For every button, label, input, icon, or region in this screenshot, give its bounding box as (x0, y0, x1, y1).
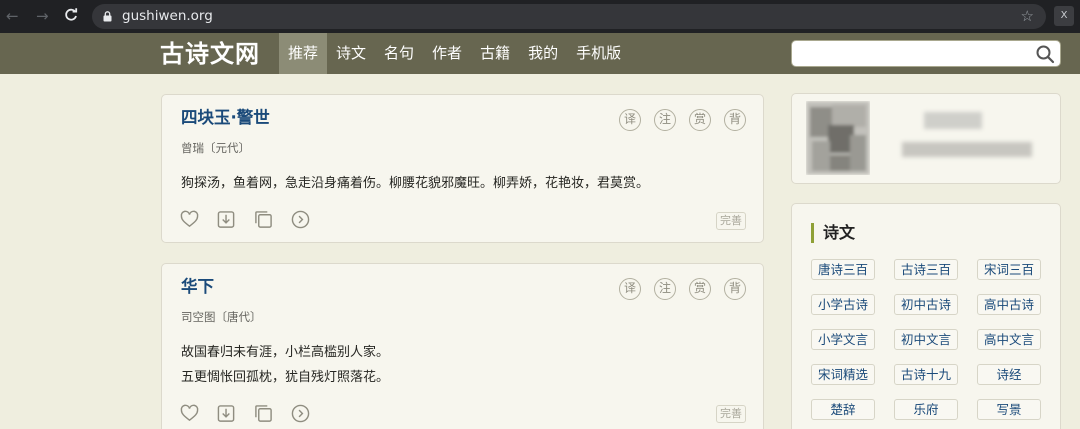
poem-author[interactable]: 曾瑞〔元代〕 (181, 140, 250, 156)
poem-actions: 译 注 赏 背 (619, 278, 746, 300)
poem-actions: 译 注 赏 背 (619, 109, 746, 131)
poem-tools (180, 210, 310, 229)
avatar[interactable] (806, 101, 870, 175)
main-nav: 推荐 诗文 名句 作者 古籍 我的 手机版 (279, 33, 630, 74)
download-icon[interactable] (217, 404, 236, 423)
poem-author[interactable]: 司空图〔唐代〕 (181, 309, 262, 325)
category-link[interactable]: 写景 (977, 399, 1041, 420)
play-icon[interactable] (291, 210, 310, 229)
category-link[interactable]: 初中文言 (894, 329, 958, 350)
category-link[interactable]: 初中古诗 (894, 294, 958, 315)
address-bar[interactable]: gushiwen.org ☆ (92, 4, 1046, 29)
reload-icon[interactable] (64, 8, 78, 25)
heart-icon[interactable] (180, 210, 199, 229)
category-link[interactable]: 宋词三百 (977, 259, 1041, 280)
heart-icon[interactable] (180, 404, 199, 423)
annotate-button[interactable]: 注 (654, 109, 676, 131)
improve-button[interactable]: 完善 (716, 212, 746, 230)
forward-icon[interactable]: → (36, 8, 49, 24)
poem-title[interactable]: 四块玉·警世 (181, 107, 270, 129)
back-icon[interactable]: ← (6, 8, 19, 24)
category-link[interactable]: 唐诗三百 (811, 259, 875, 280)
annotate-button[interactable]: 注 (654, 278, 676, 300)
recite-button[interactable]: 背 (724, 278, 746, 300)
category-title: 诗文 (811, 223, 855, 243)
category-link[interactable]: 高中古诗 (977, 294, 1041, 315)
category-grid: 唐诗三百 古诗三百 宋词三百 小学古诗 初中古诗 高中古诗 小学文言 初中文言 … (811, 259, 1041, 420)
category-link[interactable]: 古诗十九 (894, 364, 958, 385)
poem-body: 狗探汤，鱼着网，急走沿身痛着伤。柳腰花貌邪魔旺。柳弄娇，花艳妆，君莫赏。 (181, 171, 649, 196)
category-box: 诗文 唐诗三百 古诗三百 宋词三百 小学古诗 初中古诗 高中古诗 小学文言 初中… (791, 203, 1061, 429)
poem-line: 五更惆怅回孤枕，犹自残灯照落花。 (181, 370, 390, 385)
poem-line: 故国春归未有涯，小栏高槛别人家。 (181, 345, 390, 360)
poem-body: 故国春归未有涯，小栏高槛别人家。 五更惆怅回孤枕，犹自残灯照落花。 (181, 340, 389, 390)
poem-card: 四块玉·警世 译 注 赏 背 曾瑞〔元代〕 狗探汤，鱼着网，急走沿身痛着伤。柳腰… (161, 94, 764, 243)
poem-card: 华下 译 注 赏 背 司空图〔唐代〕 故国春归未有涯，小栏高槛别人家。 五更惆怅… (161, 263, 764, 429)
nav-mobile[interactable]: 手机版 (567, 33, 630, 74)
appreciate-button[interactable]: 赏 (689, 278, 711, 300)
extension-icon[interactable]: X (1054, 6, 1074, 26)
category-link[interactable]: 诗经 (977, 364, 1041, 385)
nav-authors[interactable]: 作者 (423, 33, 471, 74)
nav-poems[interactable]: 诗文 (327, 33, 375, 74)
search-input[interactable] (791, 40, 1061, 67)
nav-recommend[interactable]: 推荐 (279, 33, 328, 74)
url-text[interactable]: gushiwen.org (122, 8, 213, 25)
user-box (791, 93, 1061, 184)
translate-button[interactable]: 译 (619, 278, 641, 300)
recite-button[interactable]: 背 (724, 109, 746, 131)
category-link[interactable]: 小学文言 (811, 329, 875, 350)
poem-title[interactable]: 华下 (181, 276, 214, 298)
bookmark-star-icon[interactable]: ☆ (1021, 7, 1034, 25)
nav-quotes[interactable]: 名句 (375, 33, 423, 74)
nav-classics[interactable]: 古籍 (471, 33, 519, 74)
browser-toolbar: ← → gushiwen.org ☆ X (0, 0, 1080, 33)
category-link[interactable]: 小学古诗 (811, 294, 875, 315)
site-logo[interactable]: 古诗文网 (160, 39, 260, 69)
site-header: 古诗文网 推荐 诗文 名句 作者 古籍 我的 手机版 (0, 33, 1080, 74)
user-info-redacted (902, 142, 1032, 157)
appreciate-button[interactable]: 赏 (689, 109, 711, 131)
copy-icon[interactable] (254, 404, 273, 423)
lock-icon (103, 11, 112, 22)
category-link[interactable]: 宋词精选 (811, 364, 875, 385)
category-link[interactable]: 古诗三百 (894, 259, 958, 280)
poem-line: 狗探汤，鱼着网，急走沿身痛着伤。柳腰花貌邪魔旺。柳弄娇，花艳妆，君莫赏。 (181, 176, 650, 191)
nav-mine[interactable]: 我的 (519, 33, 567, 74)
category-link[interactable]: 乐府 (894, 399, 958, 420)
play-icon[interactable] (291, 404, 310, 423)
category-link[interactable]: 楚辞 (811, 399, 875, 420)
search-icon[interactable] (1035, 44, 1055, 64)
improve-button[interactable]: 完善 (716, 405, 746, 423)
category-link[interactable]: 高中文言 (977, 329, 1041, 350)
poem-tools (180, 404, 310, 423)
username-redacted (924, 112, 982, 129)
download-icon[interactable] (217, 210, 236, 229)
translate-button[interactable]: 译 (619, 109, 641, 131)
copy-icon[interactable] (254, 210, 273, 229)
